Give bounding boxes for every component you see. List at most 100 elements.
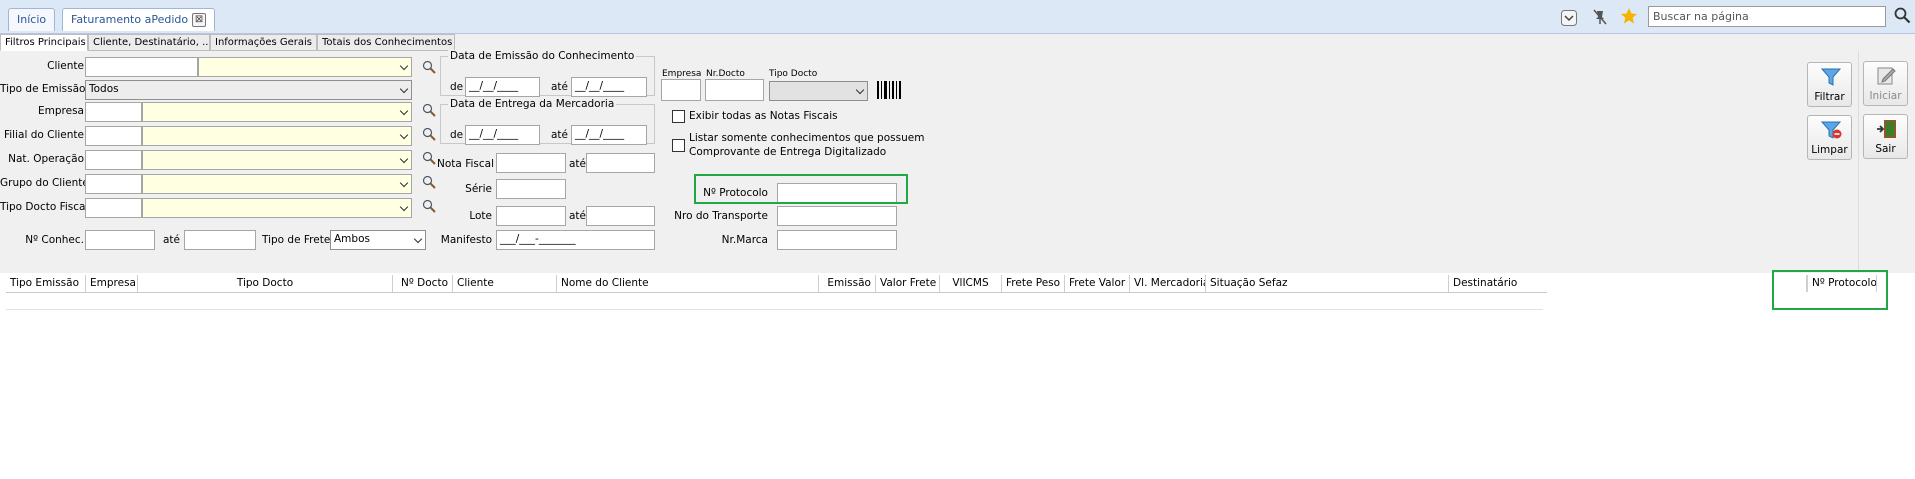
search-filial-icon[interactable] [422, 127, 436, 141]
emissao-de-input[interactable]: __/__/____ [465, 77, 540, 97]
col-destinatario[interactable]: Destinatário [1449, 275, 1807, 292]
nro-transporte-input[interactable] [777, 206, 897, 226]
lote-ate-label: até [569, 210, 587, 222]
filters-panel: Cliente Tipo de Emissão Todos Empresa Fi… [0, 50, 1858, 273]
tipo-docto-fiscal-code-input[interactable] [85, 198, 142, 218]
tab-filtros-principais[interactable]: Filtros Principais [0, 34, 88, 51]
filter-tabs: Filtros Principais Cliente, Destinatário… [0, 34, 1915, 51]
filial-select[interactable] [142, 126, 412, 146]
filial-code-input[interactable] [85, 126, 142, 146]
col-frete-valor[interactable]: Frete Valor [1065, 275, 1130, 292]
tipo-docto-select[interactable] [769, 81, 868, 101]
tab-informacoes-gerais[interactable]: Informações Gerais [210, 34, 317, 51]
col-vlicms[interactable]: VlICMS [940, 275, 1002, 292]
protocolo-highlight [694, 174, 908, 204]
col-frete-peso[interactable]: Frete Peso [1002, 275, 1065, 292]
emissao-de-label: de [450, 81, 464, 93]
iniciar-button[interactable]: Iniciar [1863, 61, 1908, 106]
tab-inicio[interactable]: Início [8, 8, 56, 31]
tabs-dropdown-icon[interactable] [1561, 10, 1577, 26]
exibir-notas-checkbox[interactable] [672, 110, 685, 123]
n-protocolo-highlight [1772, 270, 1888, 310]
col-situacao-sefaz[interactable]: Situação Sefaz [1206, 275, 1449, 292]
nota-fiscal-to-input[interactable] [586, 153, 655, 173]
col-empresa[interactable]: Empresa [86, 275, 138, 292]
col-cliente[interactable]: Cliente [453, 275, 557, 292]
tab-faturamento[interactable]: Faturamento aPedido ⊠ [62, 8, 216, 31]
cliente-label: Cliente [47, 60, 84, 72]
sair-label: Sair [1875, 143, 1896, 155]
lote-label: Lote [469, 210, 492, 222]
tipo-docto-fiscal-select[interactable] [142, 198, 412, 218]
empresa-code-input[interactable] [85, 102, 142, 122]
nr-docto-label: Nr.Docto [706, 69, 745, 79]
clear-filter-icon [1820, 121, 1842, 139]
serie-label: Série [465, 183, 492, 195]
n-conhec-to-input[interactable] [184, 230, 256, 250]
tab-faturamento-label: Faturamento aPedido [71, 13, 189, 26]
tipo-emissao-select[interactable]: Todos [85, 80, 412, 100]
nro-transporte-label: Nro do Transporte [674, 210, 768, 222]
tipo-frete-select[interactable]: Ambos [330, 230, 426, 250]
col-vl-mercadoria[interactable]: Vl. Mercadoria [1130, 275, 1206, 292]
nr-marca-label: Nr.Marca [721, 234, 768, 246]
tab-totais-conhecimentos[interactable]: Totais dos Conhecimentos [317, 34, 455, 51]
tipo-emissao-value: Todos [89, 83, 119, 95]
nota-fiscal-from-input[interactable] [496, 153, 566, 173]
nat-operacao-select[interactable] [142, 150, 412, 170]
n-conhec-from-input[interactable] [85, 230, 155, 250]
tab-cliente-destinatario[interactable]: Cliente, Destinatário, ... [88, 34, 210, 51]
barcode-icon[interactable] [876, 79, 902, 101]
lote-to-input[interactable] [586, 206, 655, 226]
nr-marca-input[interactable] [777, 230, 897, 250]
nota-fiscal-ate-label: até [569, 158, 587, 170]
search-cliente-icon[interactable] [422, 60, 436, 74]
filtrar-button[interactable]: Filtrar [1807, 62, 1852, 107]
nat-operacao-label: Nat. Operação [8, 153, 84, 165]
search-icon[interactable] [1894, 7, 1911, 24]
top-bar: Início Faturamento aPedido ⊠ [0, 0, 1915, 34]
emissao-ate-label: até [551, 81, 569, 93]
listar-comprovante-label-2: Comprovante de Entrega Digitalizado [689, 146, 887, 158]
col-tipo-emissao[interactable]: Tipo Emissão [6, 275, 86, 292]
col-n-docto[interactable]: Nº Docto [393, 275, 453, 292]
manifesto-input[interactable]: ___/___-_______ [496, 230, 655, 250]
data-emissao-title: Data de Emissão do Conhecimento [448, 50, 637, 62]
empresa-select[interactable] [142, 102, 412, 122]
filial-label: Filial do Cliente [3, 129, 84, 141]
listar-comprovante-checkbox[interactable] [672, 139, 685, 152]
tab-inicio-label: Início [17, 13, 47, 26]
entrega-ate-input[interactable]: __/__/____ [571, 125, 647, 145]
search-empresa-icon[interactable] [422, 103, 436, 117]
close-tab-icon[interactable]: ⊠ [192, 13, 207, 27]
sair-button[interactable]: Sair [1863, 114, 1908, 159]
edit-document-icon [1877, 67, 1896, 85]
grid-empty-row[interactable] [6, 293, 1543, 310]
nat-operacao-code-input[interactable] [85, 150, 142, 170]
listar-comprovante-label-1: Listar somente conhecimentos que possuem [689, 132, 925, 144]
col-emissao[interactable]: Emissão [819, 275, 876, 292]
serie-input[interactable] [496, 179, 566, 199]
col-tipo-docto[interactable]: Tipo Docto [138, 275, 393, 292]
manifesto-label: Manifesto [440, 234, 492, 246]
search-input[interactable] [1648, 6, 1886, 27]
col-valor-frete[interactable]: Valor Frete [876, 275, 940, 292]
tipo-frete-value: Ambos [334, 233, 370, 245]
grupo-code-input[interactable] [85, 174, 142, 194]
exit-door-icon [1877, 120, 1896, 138]
lote-from-input[interactable] [496, 206, 566, 226]
unpin-icon[interactable] [1591, 8, 1609, 26]
cliente-code-input[interactable] [85, 57, 198, 77]
empresa-right-input[interactable] [661, 79, 701, 101]
exibir-notas-label: Exibir todas as Notas Fiscais [689, 110, 838, 122]
tipo-emissao-label: Tipo de Emissão [0, 83, 86, 95]
emissao-ate-input[interactable]: __/__/____ [571, 77, 647, 97]
cliente-select[interactable] [198, 57, 412, 77]
favorite-star-icon[interactable] [1620, 7, 1638, 25]
grupo-select[interactable] [142, 174, 412, 194]
limpar-button[interactable]: Limpar [1807, 115, 1852, 160]
entrega-de-input[interactable]: __/__/____ [465, 125, 540, 145]
nr-docto-input[interactable] [705, 79, 764, 101]
n-conhec-ate-label: até [163, 234, 181, 246]
col-nome-cliente[interactable]: Nome do Cliente [557, 275, 819, 292]
